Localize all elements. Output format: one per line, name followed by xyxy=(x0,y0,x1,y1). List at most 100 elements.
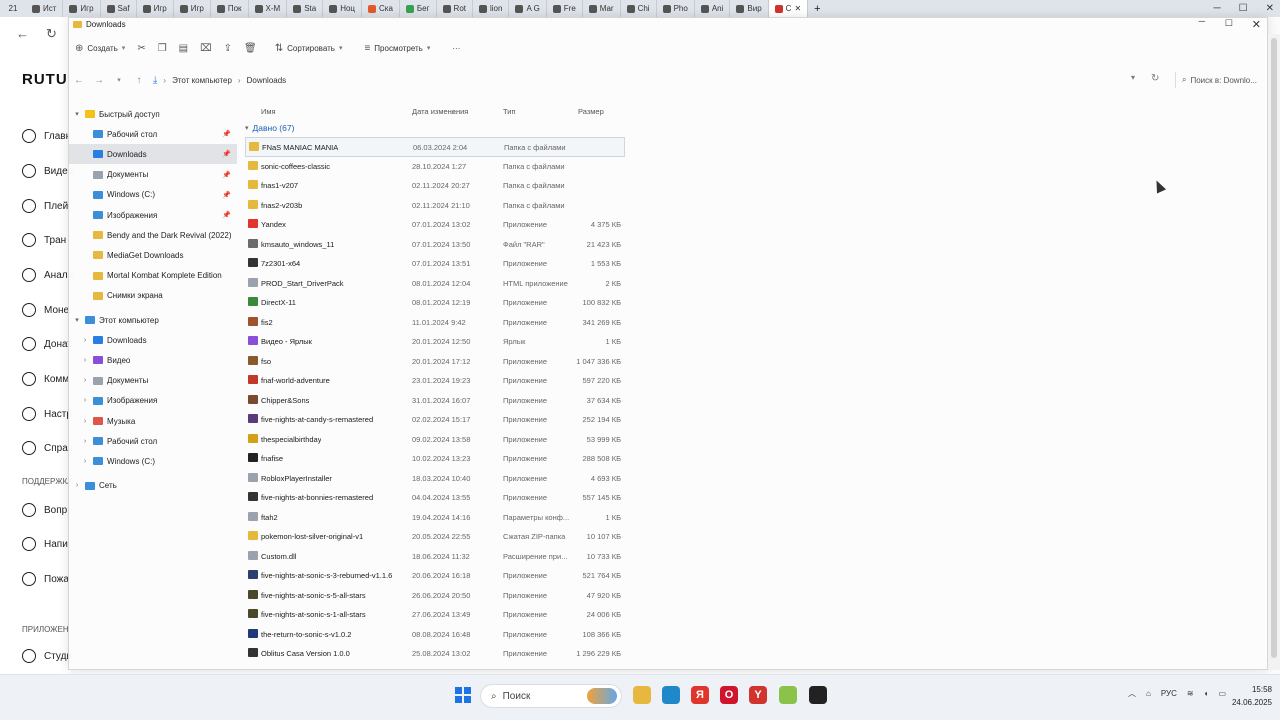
site-nav-item[interactable]: Настр xyxy=(22,407,72,421)
up-arrow-icon[interactable]: ↑ xyxy=(129,75,149,86)
support-nav-item[interactable]: Напи xyxy=(22,537,68,551)
file-row[interactable]: Видео - Ярлык 20.01.2024 12:50 Ярлык 1 КБ xyxy=(245,332,625,352)
copy-button[interactable]: ❐ xyxy=(152,38,173,58)
site-nav-item[interactable]: Главн xyxy=(22,129,71,143)
mediaget-icon[interactable] xyxy=(779,686,797,704)
browser-tab[interactable]: Mar xyxy=(583,0,621,17)
chevron-icon[interactable]: › xyxy=(81,357,89,364)
site-logo[interactable]: RUTU xyxy=(22,71,68,88)
file-row[interactable]: fnaf-world-adventure 23.01.2024 19:23 Прил… xyxy=(245,371,625,391)
browser-tab[interactable]: Бег xyxy=(400,0,437,17)
view-button[interactable]: ≡ Просмотреть ▾ xyxy=(358,38,436,58)
browser-tab[interactable]: Ноц xyxy=(323,0,363,17)
file-row[interactable]: DirectX-11 08.01.2024 12:19 Приложение 100 … xyxy=(245,293,625,313)
recent-chevron-icon[interactable]: ▾ xyxy=(109,76,129,84)
studio-nav-item[interactable]: Студи xyxy=(22,649,72,663)
minimize-icon[interactable]: ─ xyxy=(1214,3,1221,14)
explorer-maximize-icon[interactable]: ☐ xyxy=(1225,18,1233,29)
chevron-icon[interactable]: ▾ xyxy=(73,110,81,118)
site-nav-item[interactable]: Видео xyxy=(22,164,73,178)
file-row[interactable]: five-nights-at-bonnies-remastered 04.04.2… xyxy=(245,488,625,508)
nav-item[interactable]: Документы 📌 xyxy=(69,165,237,185)
nav-item[interactable]: Рабочий стол 📌 xyxy=(69,124,237,144)
nav-item[interactable]: › Видео xyxy=(69,350,237,370)
browser-tab[interactable]: lion xyxy=(473,0,510,17)
file-row[interactable]: PROD_Start_DriverPack 08.01.2024 12:04 HTM… xyxy=(245,274,625,294)
chevron-icon[interactable]: › xyxy=(73,482,81,489)
refresh-icon[interactable]: ↻ xyxy=(1151,73,1159,84)
file-row[interactable]: FNaS MANIAC MANIA 06.03.2024 2:04 Папка с … xyxy=(245,137,625,157)
language-indicator[interactable]: РУС xyxy=(1161,689,1177,698)
nav-item[interactable]: ▾ Быстрый доступ xyxy=(69,104,237,124)
browser-tab[interactable]: Игр xyxy=(63,0,101,17)
tab-close-icon[interactable]: ✕ xyxy=(794,4,801,13)
opera-icon[interactable]: O xyxy=(720,686,738,704)
chevron-icon[interactable]: › xyxy=(81,458,89,465)
group-header[interactable]: ▾ Давно (67) xyxy=(245,120,294,136)
file-row[interactable]: thespecialbirthday 09.02.2024 13:58 Прилож… xyxy=(245,430,625,450)
file-row[interactable]: 7z2301-x64 07.01.2024 13:51 Приложение 1 55… xyxy=(245,254,625,274)
file-row[interactable]: five-nights-at-sonic-s-5-all-stars 26.06.… xyxy=(245,586,625,606)
rename-button[interactable]: ⌧ xyxy=(194,38,218,58)
yandex-browser-icon[interactable]: Y xyxy=(749,686,767,704)
explorer-close-icon[interactable]: ✕ xyxy=(1252,18,1261,31)
breadcrumb[interactable]: ⤓ › Этот компьютер › Downloads xyxy=(153,70,1143,90)
roblox-icon[interactable] xyxy=(809,686,827,704)
scrollbar-thumb[interactable] xyxy=(1271,38,1277,658)
browser-tab[interactable]: Ист xyxy=(26,0,64,17)
nav-item[interactable]: › Музыка xyxy=(69,411,237,431)
support-nav-item[interactable]: Вопр xyxy=(22,503,67,517)
breadcrumb-downloads[interactable]: Downloads xyxy=(247,76,287,85)
file-row[interactable]: fnafise 10.02.2024 13:23 Приложение 288 508… xyxy=(245,449,625,469)
taskbar-search[interactable]: ⌕ Поиск xyxy=(480,684,622,708)
nav-item[interactable]: › Downloads xyxy=(69,330,237,350)
nav-item[interactable]: Bendy and the Dark Revival (2022) xyxy=(69,225,237,245)
file-row[interactable]: fso 20.01.2024 17:12 Приложение 1 047 336 К… xyxy=(245,352,625,372)
site-nav-item[interactable]: Донат xyxy=(22,337,72,351)
site-nav-item[interactable]: Плей xyxy=(22,199,68,213)
site-nav-item[interactable]: Справ xyxy=(22,441,73,455)
file-row[interactable]: Custom.dll 18.06.2024 11:32 Расширение при… xyxy=(245,547,625,567)
browser-tab[interactable]: Rot xyxy=(437,0,473,17)
chevron-up-icon[interactable]: ︿ xyxy=(1128,688,1136,699)
file-row[interactable]: Chipper&Sons 31.01.2024 16:07 Приложение 37… xyxy=(245,391,625,411)
forward-arrow-icon[interactable]: → xyxy=(89,75,109,86)
browser-tab[interactable]: Fre xyxy=(547,0,583,17)
battery-icon[interactable]: ▭ xyxy=(1218,689,1226,698)
volume-icon[interactable]: ◖ xyxy=(1204,689,1209,698)
nav-item[interactable]: › Изображения xyxy=(69,391,237,411)
column-name[interactable]: Имя xyxy=(261,107,276,116)
yandex-icon[interactable]: Я xyxy=(691,686,709,704)
nav-item[interactable]: › Сеть xyxy=(69,476,237,496)
breadcrumb-this-pc[interactable]: Этот компьютер xyxy=(172,76,232,85)
browser-tab[interactable]: Игр xyxy=(137,0,174,17)
file-row[interactable]: fis2 11.01.2024 9:42 Приложение 341 269 КБ xyxy=(245,313,625,333)
browser-tab[interactable]: Игр xyxy=(174,0,211,17)
create-button[interactable]: ⊕ Создать ▾ xyxy=(69,38,131,58)
site-nav-item[interactable]: Комм xyxy=(22,372,69,386)
file-row[interactable]: sonic-coffees-classic 28.10.2024 1:27 Папк… xyxy=(245,157,625,177)
nav-item[interactable]: Изображения 📌 xyxy=(69,205,237,225)
browser-tab[interactable]: X-M xyxy=(249,0,288,17)
chevron-icon[interactable]: › xyxy=(81,438,89,445)
file-row[interactable]: the-return-to-sonic-s-v1.0.2 08.08.2024 1… xyxy=(245,625,625,645)
share-button[interactable]: ⇪ xyxy=(218,38,238,58)
browser-tab[interactable]: Sta xyxy=(287,0,324,17)
wifi-icon[interactable]: ≋ xyxy=(1187,689,1194,698)
nav-item[interactable]: › Windows (C:) xyxy=(69,451,237,471)
chevron-icon[interactable]: ▾ xyxy=(73,316,81,324)
start-button[interactable] xyxy=(455,687,471,703)
file-row[interactable]: fnas2-v203b 02.11.2024 21:10 Папка с файла… xyxy=(245,196,625,216)
file-explorer-icon[interactable] xyxy=(633,686,651,704)
file-row[interactable]: fnas1-v207 02.11.2024 20:27 Папка с файлам… xyxy=(245,176,625,196)
browser-tab[interactable]: Пок xyxy=(211,0,249,17)
more-options-button[interactable]: ··· xyxy=(446,38,466,58)
file-row[interactable]: pokemon-lost-silver-original-v1 20.05.202… xyxy=(245,527,625,547)
chevron-icon[interactable]: › xyxy=(81,337,89,344)
browser-tab[interactable]: Ска xyxy=(362,0,400,17)
address-dropdown-icon[interactable]: ▾ xyxy=(1131,73,1135,82)
nav-item[interactable]: Windows (C:) 📌 xyxy=(69,185,237,205)
browser-back-icon[interactable]: ← xyxy=(16,26,29,41)
chevron-icon[interactable]: › xyxy=(81,397,89,404)
column-date[interactable]: Дата изменения xyxy=(412,107,468,116)
